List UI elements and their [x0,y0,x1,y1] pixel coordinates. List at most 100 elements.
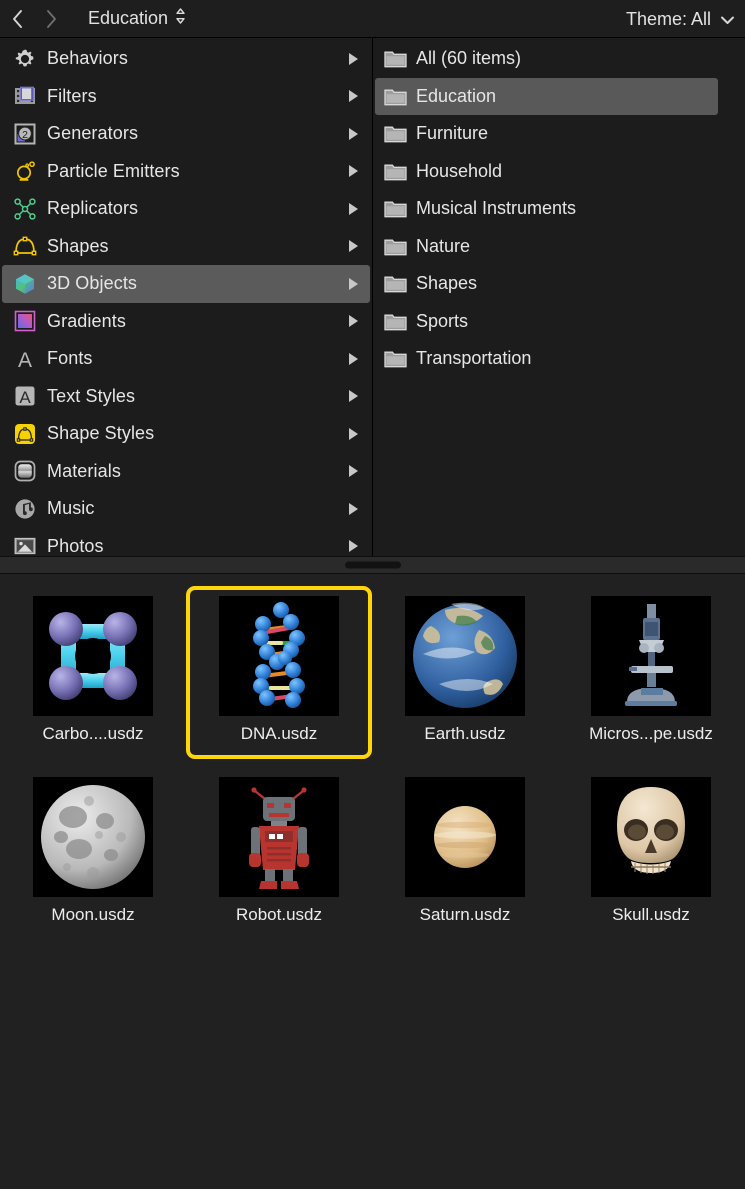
svg-text:A: A [18,349,32,371]
asset-name-label: Skull.usdz [612,905,690,924]
sort-updown-icon [175,7,186,30]
sidebar-item-label: Particle Emitters [47,160,180,181]
category-item-label: Education [416,85,497,106]
carbon-molecule-thumb [33,596,153,716]
category-item-all-60-items-[interactable]: All (60 items) [375,40,718,78]
asset-item[interactable]: Moon.usdz [0,767,186,940]
disclosure-triangle-icon[interactable] [349,390,358,403]
sidebar-item-replicators[interactable]: Replicators [2,190,370,228]
asset-item[interactable]: DNA.usdz [186,586,372,759]
asset-grid: Carbo....usdz DNA.usdz Earth.usdz Micros… [0,586,745,940]
splitter-grab-handle[interactable] [344,561,401,569]
asset-item[interactable]: Robot.usdz [186,767,372,940]
microscope-thumb [591,596,711,716]
sidebar-item-label: Photos [47,535,104,556]
sidebar-item-label: Shape Styles [47,423,155,444]
disclosure-triangle-icon[interactable] [349,165,358,178]
folder-icon [384,89,407,106]
disclosure-triangle-icon[interactable] [349,502,358,515]
svg-text:2: 2 [22,129,28,141]
sidebar-item-3d-objects[interactable]: 3D Objects [2,265,370,303]
category-item-label: Nature [416,235,471,256]
disclosure-triangle-icon[interactable] [349,352,358,365]
sidebar-item-shapes[interactable]: Shapes [2,228,370,266]
saturn-thumb [405,777,525,897]
asset-name-label: Robot.usdz [236,905,322,924]
category-item-sports[interactable]: Sports [375,303,718,341]
disclosure-triangle-icon[interactable] [349,90,358,103]
sidebar-item-label: Text Styles [47,385,136,406]
path-popup-button[interactable]: Education [88,7,186,30]
sidebar-item-gradients[interactable]: Gradients [2,303,370,341]
shape-style-icon [12,421,38,447]
disclosure-triangle-icon[interactable] [349,202,358,215]
sidebar-item-text-styles[interactable]: A Text Styles [2,378,370,416]
disclosure-triangle-icon[interactable] [349,465,358,478]
sidebar-item-label: Filters [47,85,97,106]
sidebar-item-particle-emitters[interactable]: Particle Emitters [2,153,370,191]
folder-icon [384,239,407,256]
asset-name-label: Micros...pe.usdz [589,724,713,743]
disclosure-triangle-icon[interactable] [349,315,358,328]
earth-globe-thumb [405,596,525,716]
disclosure-triangle-icon[interactable] [349,240,358,253]
back-button[interactable] [0,4,34,34]
disclosure-triangle-icon[interactable] [349,427,358,440]
sidebar-item-label: Gradients [47,310,126,331]
category-item-transportation[interactable]: Transportation [375,340,718,378]
sidebar-item-label: Materials [47,460,121,481]
sidebar-item-filters[interactable]: Filters [2,78,370,116]
category-item-nature[interactable]: Nature [375,228,718,266]
theme-label: Theme: All [625,8,711,29]
page-title: Education [88,8,169,28]
pane-splitter[interactable] [0,556,745,574]
category-item-label: Musical Instruments [416,198,577,219]
sidebar-item-generators[interactable]: 2 Generators [2,115,370,153]
sidebar-item-behaviors[interactable]: Behaviors [2,40,370,78]
sidebar-item-label: Music [47,498,95,519]
sidebar-item-music[interactable]: Music [2,490,370,528]
sidebar-item-fonts[interactable]: A Fonts [2,340,370,378]
category-item-furniture[interactable]: Furniture [375,115,718,153]
asset-item[interactable]: Saturn.usdz [372,767,558,940]
cube-3d-icon [12,271,38,297]
asset-name-label: DNA.usdz [240,724,318,743]
text-style-icon: A [12,383,38,409]
theme-dropdown[interactable]: Theme: All [626,0,735,38]
disclosure-triangle-icon[interactable] [349,540,358,553]
disclosure-triangle-icon[interactable] [349,277,358,290]
folder-icon [384,51,407,68]
category-item-shapes[interactable]: Shapes [375,265,718,303]
sidebar-item-materials[interactable]: Materials [2,453,370,491]
asset-item[interactable]: Skull.usdz [558,767,744,940]
forward-button[interactable] [34,4,68,34]
photo-icon [12,533,38,556]
asset-name-label: Carbo....usdz [42,724,144,743]
asset-item[interactable]: Carbo....usdz [0,586,186,759]
music-note-icon [12,496,38,522]
category-list[interactable]: All (60 items) Education Furniture Househol… [373,38,745,556]
skull-thumb [591,777,711,897]
folder-icon [384,276,407,293]
moon-thumb [33,777,153,897]
library-browser-window: Education Theme: All Behaviors Filters 2 Ge… [0,0,745,1189]
sidebar-item-photos[interactable]: Photos [2,528,370,557]
folder-icon [384,126,407,143]
filmstrip-icon [12,83,38,109]
category-item-education[interactable]: Education [375,77,718,115]
category-item-label: Furniture [416,123,489,144]
asset-name-label: Earth.usdz [424,724,506,743]
category-item-household[interactable]: Household [375,153,718,191]
disclosure-triangle-icon[interactable] [349,127,358,140]
asset-name-label: Saturn.usdz [419,905,511,924]
generator-icon: 2 [12,121,38,147]
sidebar-item-shape-styles[interactable]: Shape Styles [2,415,370,453]
disclosure-triangle-icon[interactable] [349,52,358,65]
asset-item[interactable]: Micros...pe.usdz [558,586,744,759]
category-item-label: All (60 items) [416,48,522,69]
folder-icon [384,314,407,331]
category-item-musical-instruments[interactable]: Musical Instruments [375,190,718,228]
sidebar-item-label: Behaviors [47,48,128,69]
library-sidebar[interactable]: Behaviors Filters 2 Generators Particle Emit… [0,38,373,556]
asset-item[interactable]: Earth.usdz [372,586,558,759]
